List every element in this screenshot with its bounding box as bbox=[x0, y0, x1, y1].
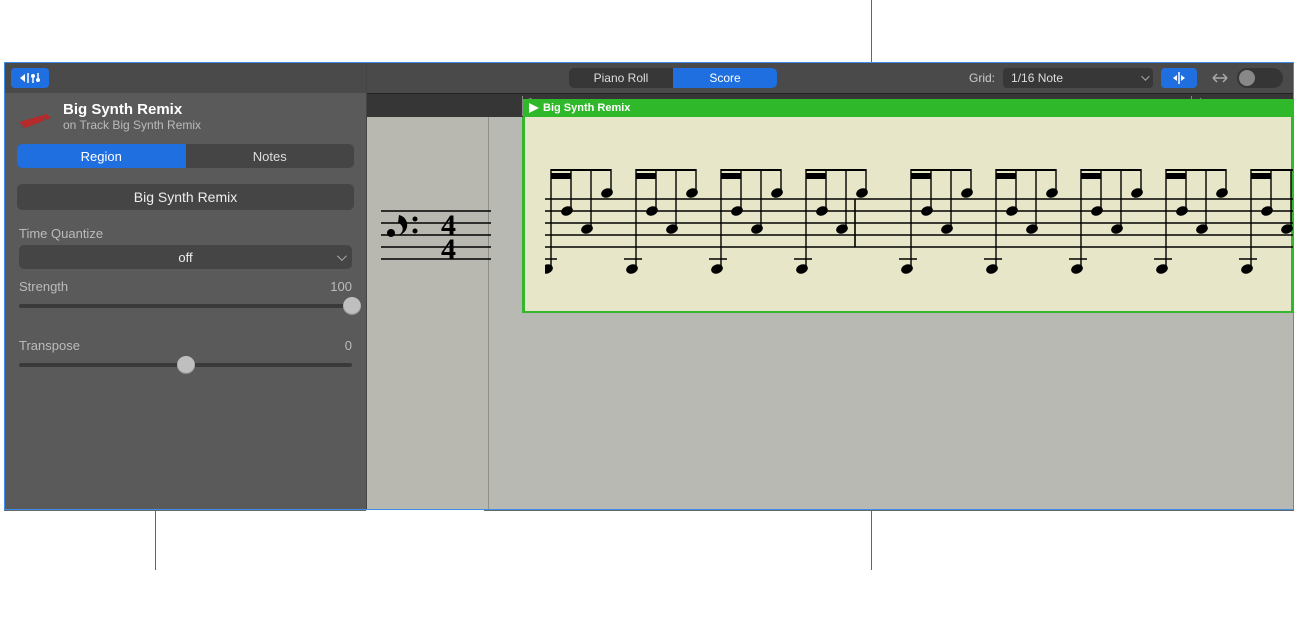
transpose-value: 0 bbox=[345, 338, 352, 353]
track-header: Big Synth Remix on Track Big Synth Remix bbox=[5, 93, 366, 140]
strength-group: Strength 100 bbox=[5, 269, 366, 314]
region-header[interactable]: Big Synth Remix bbox=[523, 99, 1293, 117]
track-subtitle: on Track Big Synth Remix bbox=[63, 118, 201, 132]
transpose-slider[interactable] bbox=[19, 363, 352, 367]
grid-select[interactable]: 1/16 Note bbox=[1003, 68, 1153, 88]
strength-label: Strength bbox=[19, 279, 68, 294]
time-quantize-label: Time Quantize bbox=[19, 226, 103, 241]
link-icon bbox=[1211, 71, 1229, 85]
track-title: Big Synth Remix bbox=[63, 101, 201, 118]
callout-line-top bbox=[871, 0, 872, 62]
clef-gutter bbox=[367, 117, 489, 509]
midi-region[interactable]: Big Synth Remix bbox=[522, 117, 1293, 313]
catch-playhead-icon bbox=[1171, 71, 1187, 85]
inspector-toggle-icon bbox=[19, 71, 41, 85]
strength-slider[interactable] bbox=[19, 304, 352, 308]
transpose-group: Transpose 0 bbox=[5, 328, 366, 373]
tab-notes[interactable]: Notes bbox=[186, 144, 355, 168]
grid-value: 1/16 Note bbox=[1011, 71, 1063, 85]
inspector-tabs: Region Notes bbox=[17, 144, 354, 168]
tab-score[interactable]: Score bbox=[673, 68, 777, 88]
tab-piano-roll[interactable]: Piano Roll bbox=[569, 68, 673, 88]
score-editor-window: Big Synth Remix on Track Big Synth Remix… bbox=[4, 62, 1294, 510]
transpose-label: Transpose bbox=[19, 338, 80, 353]
play-icon bbox=[529, 103, 539, 113]
strength-value: 100 bbox=[330, 279, 352, 294]
score-body[interactable]: 4 4 Big Synth Remix bbox=[367, 117, 1293, 509]
clef-time-signature: 4 4 bbox=[381, 201, 491, 281]
time-quantize-group: Time Quantize off bbox=[5, 216, 366, 269]
grid-controls: Grid: 1/16 Note bbox=[969, 68, 1283, 88]
grid-label: Grid: bbox=[969, 71, 995, 85]
catch-playhead-button[interactable] bbox=[1161, 68, 1197, 88]
tab-region[interactable]: Region bbox=[17, 144, 186, 168]
view-mode-tabs: Piano Roll Score bbox=[569, 68, 777, 88]
time-quantize-value: off bbox=[178, 250, 192, 265]
music-notation bbox=[545, 169, 1294, 309]
track-instrument-icon bbox=[17, 102, 53, 132]
score-area: Piano Roll Score Grid: 1/16 Note bbox=[367, 63, 1293, 509]
inspector-panel: Big Synth Remix on Track Big Synth Remix… bbox=[5, 63, 367, 509]
region-title: Big Synth Remix bbox=[543, 102, 630, 114]
score-toolbar: Piano Roll Score Grid: 1/16 Note bbox=[367, 63, 1293, 93]
inspector-toolbar bbox=[5, 63, 366, 93]
inspector-toggle-button[interactable] bbox=[11, 68, 49, 88]
strength-slider-thumb[interactable] bbox=[343, 297, 361, 315]
region-name-button[interactable]: Big Synth Remix bbox=[17, 184, 354, 210]
transpose-slider-thumb[interactable] bbox=[177, 356, 195, 374]
timesig-bottom: 4 bbox=[441, 233, 456, 266]
link-toggle[interactable] bbox=[1237, 68, 1283, 88]
time-quantize-select[interactable]: off bbox=[19, 245, 352, 269]
